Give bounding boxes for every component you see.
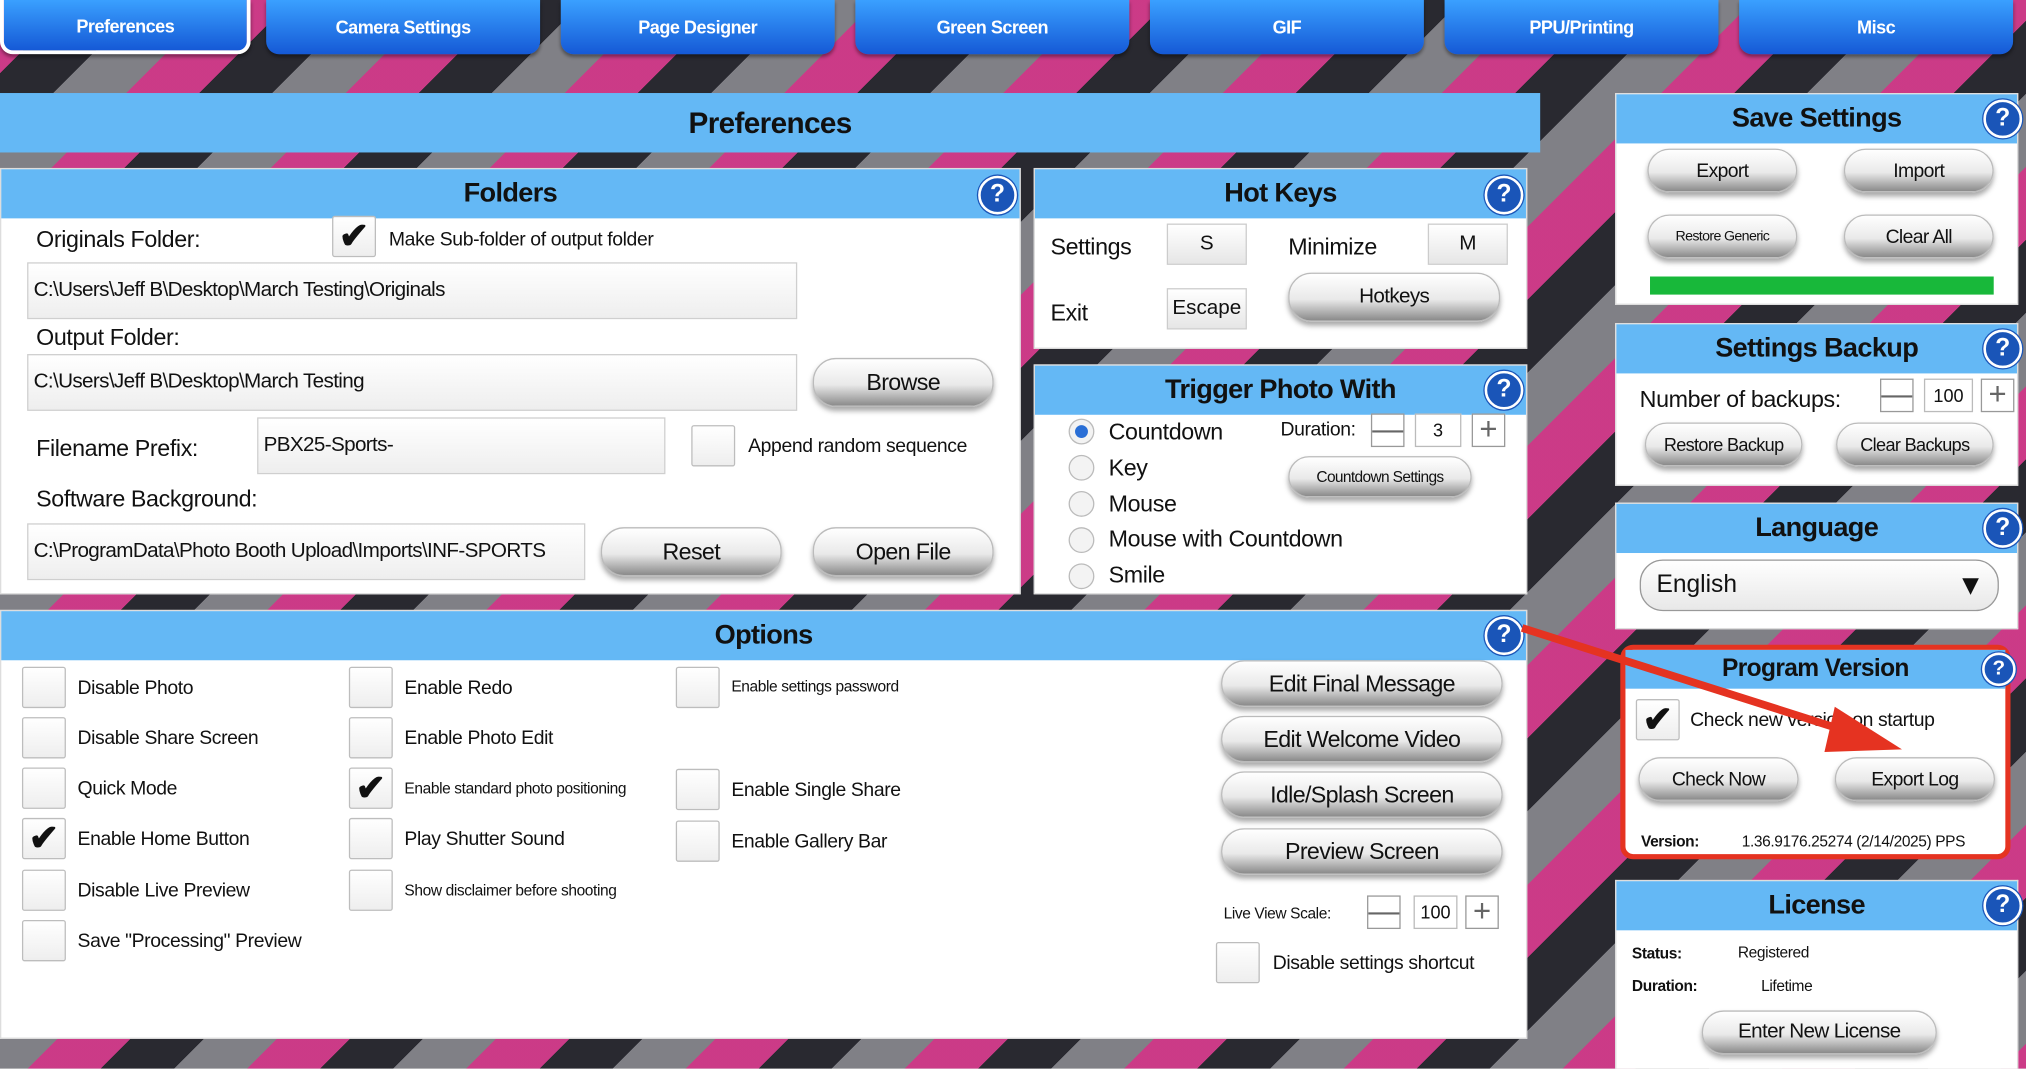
app-window: Preferences Camera Settings Page Designe… xyxy=(0,0,2026,1069)
annotation-arrow-icon xyxy=(1520,624,1902,753)
